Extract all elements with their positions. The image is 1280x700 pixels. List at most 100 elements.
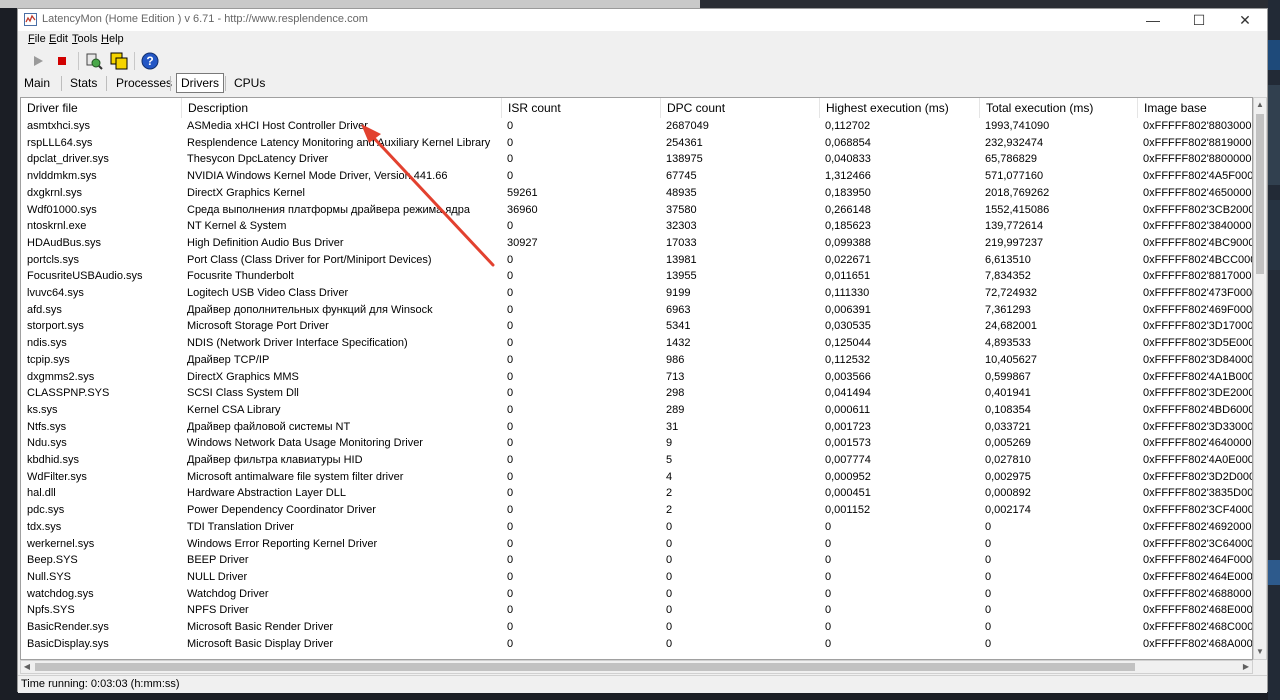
tab-main[interactable]: Main (20, 73, 54, 93)
tab-cpus[interactable]: CPUs (230, 73, 269, 93)
menu-edit[interactable]: Edit (49, 33, 68, 45)
isr-count-cell: 59261 (507, 186, 538, 199)
table-row[interactable]: ndis.sys NDIS (Network Driver Interface S… (21, 335, 1252, 352)
highest-execution-cell: 0,183950 (825, 186, 871, 199)
table-row[interactable]: pdc.sys Power Dependency Coordinator Driv… (21, 502, 1252, 519)
table-row[interactable]: kbdhid.sys Драйвер фильтра клавиатуры HID… (21, 452, 1252, 469)
total-execution-cell: 0 (985, 570, 992, 583)
table-row[interactable]: BasicDisplay.sys Microsoft Basic Display … (21, 636, 1252, 653)
total-execution-cell: 219,997237 (985, 236, 1044, 249)
table-row[interactable]: Beep.SYS BEEP Driver 0 0 0 0 0xFFFFF802'464F00… (21, 552, 1252, 569)
scroll-up-arrow-icon[interactable]: ▲ (1254, 98, 1266, 112)
table-row[interactable]: nvlddmkm.sys NVIDIA Windows Kernel Mode D… (21, 168, 1252, 185)
menu-tools[interactable]: Tools (72, 33, 98, 45)
title-bar: LatencyMon (Home Edition ) v 6.71 - http… (18, 9, 1267, 31)
table-row[interactable]: Npfs.SYS NPFS Driver 0 0 0 0 0xFFFFF802'468E00… (21, 602, 1252, 619)
table-row[interactable]: hal.dll Hardware Abstraction Layer DLL 0 2 0… (21, 485, 1252, 502)
table-row[interactable]: watchdog.sys Watchdog Driver 0 0 0 0 0xFFFFF80… (21, 586, 1252, 603)
dpc-count-cell: 6963 (666, 303, 691, 316)
table-row[interactable]: Null.SYS NULL Driver 0 0 0 0 0xFFFFF802'464E00… (21, 569, 1252, 586)
tab-drivers[interactable]: Drivers (176, 73, 224, 93)
stop-icon[interactable] (52, 51, 72, 71)
table-row[interactable]: afd.sys Драйвер дополнительных функций дл… (21, 302, 1252, 319)
menu-file[interactable]: File (28, 33, 46, 45)
driver-file-cell: portcls.sys (27, 253, 79, 266)
tab-processes[interactable]: Processes (112, 73, 176, 93)
scroll-left-arrow-icon[interactable]: ◀ (21, 661, 33, 673)
description-cell: NVIDIA Windows Kernel Mode Driver, Versi… (187, 170, 448, 183)
column-header-isr-count[interactable]: ISR count (501, 98, 660, 118)
minimize-button[interactable]: — (1130, 9, 1176, 31)
column-header-dpc-count[interactable]: DPC count (660, 98, 819, 118)
table-row[interactable]: Wdf01000.sys Среда выполнения платформы д… (21, 202, 1252, 219)
table-row[interactable]: dxgmms2.sys DirectX Graphics MMS 0 713 0,003… (21, 369, 1252, 386)
table-row[interactable]: ntoskrnl.exe NT Kernel & System 0 32303 0,18… (21, 218, 1252, 235)
menu-help[interactable]: Help (101, 33, 124, 45)
table-row[interactable]: dxgkrnl.sys DirectX Graphics Kernel 59261 4… (21, 185, 1252, 202)
table-row[interactable]: werkernel.sys Windows Error Reporting Ker… (21, 536, 1252, 553)
total-execution-cell: 0,599867 (985, 370, 1031, 383)
table-row[interactable]: ks.sys Kernel CSA Library 0 289 0,000611 0,10… (21, 402, 1252, 419)
play-icon[interactable] (28, 51, 48, 71)
driver-file-cell: tcpip.sys (27, 353, 70, 366)
isr-count-cell: 36960 (507, 203, 538, 216)
total-execution-cell: 1993,741090 (985, 120, 1050, 132)
table-row[interactable]: Ndu.sys Windows Network Data Usage Monito… (21, 435, 1252, 452)
isr-count-cell: 0 (507, 170, 514, 183)
table-row[interactable]: asmtxhci.sys ASMedia xHCI Host Controller… (21, 118, 1252, 135)
highest-execution-cell: 0 (825, 520, 832, 533)
description-cell: Power Dependency Coordinator Driver (187, 504, 376, 517)
table-row[interactable]: dpclat_driver.sys Thesycon DpcLatency Dri… (21, 151, 1252, 168)
horizontal-scrollbar[interactable]: ◀ ▶ (20, 660, 1253, 674)
description-cell: Драйвер фильтра клавиатуры HID (187, 454, 363, 466)
isr-count-cell: 0 (507, 403, 514, 416)
description-cell: Драйвер файловой системы NT (187, 420, 351, 433)
column-header-driver-file[interactable]: Driver file (21, 98, 181, 118)
table-row[interactable]: portcls.sys Port Class (Class Driver for … (21, 252, 1252, 269)
image-base-cell: 0xFFFFF802'3D2D0000 (1143, 470, 1252, 483)
dpc-count-cell: 298 (666, 387, 685, 400)
tab-stats[interactable]: Stats (66, 73, 101, 93)
isr-count-cell: 0 (507, 420, 514, 433)
isr-count-cell: 0 (507, 470, 514, 483)
dpc-count-cell: 0 (666, 537, 673, 550)
menu-tools-rest: ools (77, 33, 98, 45)
column-header-total-execution[interactable]: Total execution (ms) (979, 98, 1137, 118)
horizontal-scroll-thumb[interactable] (35, 663, 1135, 671)
vertical-scrollbar[interactable]: ▲ ▼ (1253, 97, 1267, 660)
column-header-description[interactable]: Description (181, 98, 501, 118)
table-row[interactable]: HDAudBus.sys High Definition Audio Bus Dr… (21, 235, 1252, 252)
image-base-cell: 0xFFFFF802'468E0000 (1143, 604, 1252, 617)
menu-bar: File Edit Tools Help (18, 31, 1267, 47)
dpc-count-cell: 48935 (666, 186, 697, 199)
scroll-down-arrow-icon[interactable]: ▼ (1254, 645, 1266, 659)
table-body: asmtxhci.sys ASMedia xHCI Host Controller… (21, 118, 1252, 659)
vertical-scroll-thumb[interactable] (1256, 114, 1264, 274)
isr-count-cell: 0 (507, 370, 514, 383)
driver-info-icon[interactable] (84, 51, 104, 71)
image-base-cell: 0xFFFFF802'3DE20000 (1143, 387, 1252, 400)
total-execution-cell: 0,002174 (985, 504, 1031, 517)
dpc-count-cell: 0 (666, 604, 673, 617)
table-row[interactable]: rspLLL64.sys Resplendence Latency Monitor… (21, 135, 1252, 152)
windows-icon[interactable] (109, 51, 129, 71)
column-header-image-base[interactable]: Image base (1137, 98, 1252, 118)
table-row[interactable]: WdFilter.sys Microsoft antimalware file s… (21, 469, 1252, 486)
table-row[interactable]: CLASSPNP.SYS SCSI Class System Dll 0 298 0,0… (21, 385, 1252, 402)
table-row[interactable]: tcpip.sys Драйвер TCP/IP 0 986 0,112532 10,40… (21, 352, 1252, 369)
close-button[interactable]: ✕ (1222, 9, 1268, 31)
highest-execution-cell: 0,000952 (825, 470, 871, 483)
help-icon[interactable]: ? (140, 51, 160, 71)
highest-execution-cell: 0,022671 (825, 253, 871, 266)
table-row[interactable]: tdx.sys TDI Translation Driver 0 0 0 0 0xFFFFF… (21, 519, 1252, 536)
driver-file-cell: BasicDisplay.sys (27, 637, 109, 650)
column-header-highest-execution[interactable]: Highest execution (ms) (819, 98, 979, 118)
table-row[interactable]: FocusriteUSBAudio.sys Focusrite Thunderbo… (21, 268, 1252, 285)
table-row[interactable]: Ntfs.sys Драйвер файловой системы NT 0 31 0,… (21, 419, 1252, 436)
maximize-button[interactable]: ☐ (1176, 9, 1222, 31)
table-row[interactable]: lvuvc64.sys Logitech USB Video Class Driv… (21, 285, 1252, 302)
table-row[interactable]: storport.sys Microsoft Storage Port Drive… (21, 318, 1252, 335)
table-row[interactable]: BasicRender.sys Microsoft Basic Render Dr… (21, 619, 1252, 636)
scroll-right-arrow-icon[interactable]: ▶ (1240, 661, 1252, 673)
isr-count-cell: 0 (507, 437, 514, 450)
